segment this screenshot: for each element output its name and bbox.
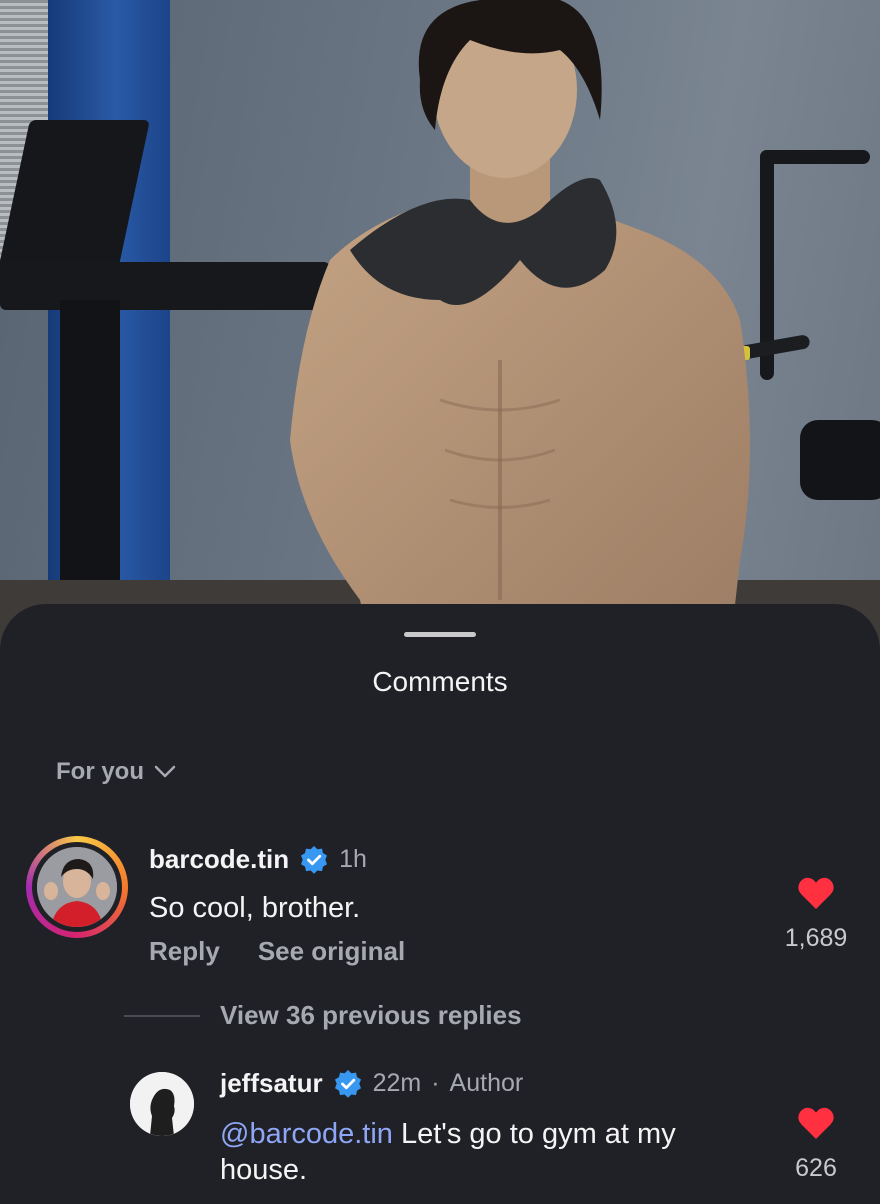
avatar-photo xyxy=(37,847,117,927)
reply-username[interactable]: jeffsatur xyxy=(220,1068,323,1099)
avatar[interactable] xyxy=(26,836,128,938)
see-original-button[interactable]: See original xyxy=(258,936,405,967)
meta-separator: · xyxy=(431,1069,440,1097)
heart-icon xyxy=(798,877,834,909)
thread-line xyxy=(124,1014,200,1017)
heart-icon xyxy=(798,1107,834,1139)
post-photo xyxy=(0,0,880,650)
sort-filter-dropdown[interactable]: For you xyxy=(56,758,176,786)
verified-badge-icon xyxy=(333,1069,363,1099)
avatar-photo xyxy=(130,1072,194,1136)
like-count: 626 xyxy=(795,1154,837,1182)
reply-text: @barcode.tin Let's go to gym at my house… xyxy=(220,1116,760,1188)
like-count: 1,689 xyxy=(784,924,848,952)
comment-username[interactable]: barcode.tin xyxy=(149,844,289,875)
filter-label: For you xyxy=(56,758,144,785)
like-button[interactable]: 626 xyxy=(778,1106,854,1183)
author-label: Author xyxy=(449,1069,524,1097)
comment-time: 1h xyxy=(339,845,367,873)
mention-link[interactable]: @barcode.tin xyxy=(220,1118,393,1150)
reply-time: 22m xyxy=(372,1069,422,1097)
like-button[interactable]: 1,689 xyxy=(778,876,854,953)
reply-button[interactable]: Reply xyxy=(149,936,220,967)
avatar[interactable] xyxy=(130,1072,194,1136)
comment-text: So cool, brother. xyxy=(149,892,361,924)
view-previous-replies[interactable]: View 36 previous replies xyxy=(124,1000,522,1031)
chevron-down-icon xyxy=(154,765,176,778)
man-figure xyxy=(290,0,750,650)
reply-text-line1: Let's go to gym at my xyxy=(392,1118,676,1150)
verified-badge-icon xyxy=(299,845,329,875)
drag-handle[interactable] xyxy=(404,632,476,637)
comments-sheet: Comments For you barcode.tin 1h So cool,… xyxy=(0,604,880,1204)
reply-text-line2: house. xyxy=(220,1154,308,1186)
sheet-title: Comments xyxy=(372,666,508,697)
view-replies-label: View 36 previous replies xyxy=(220,1000,522,1030)
